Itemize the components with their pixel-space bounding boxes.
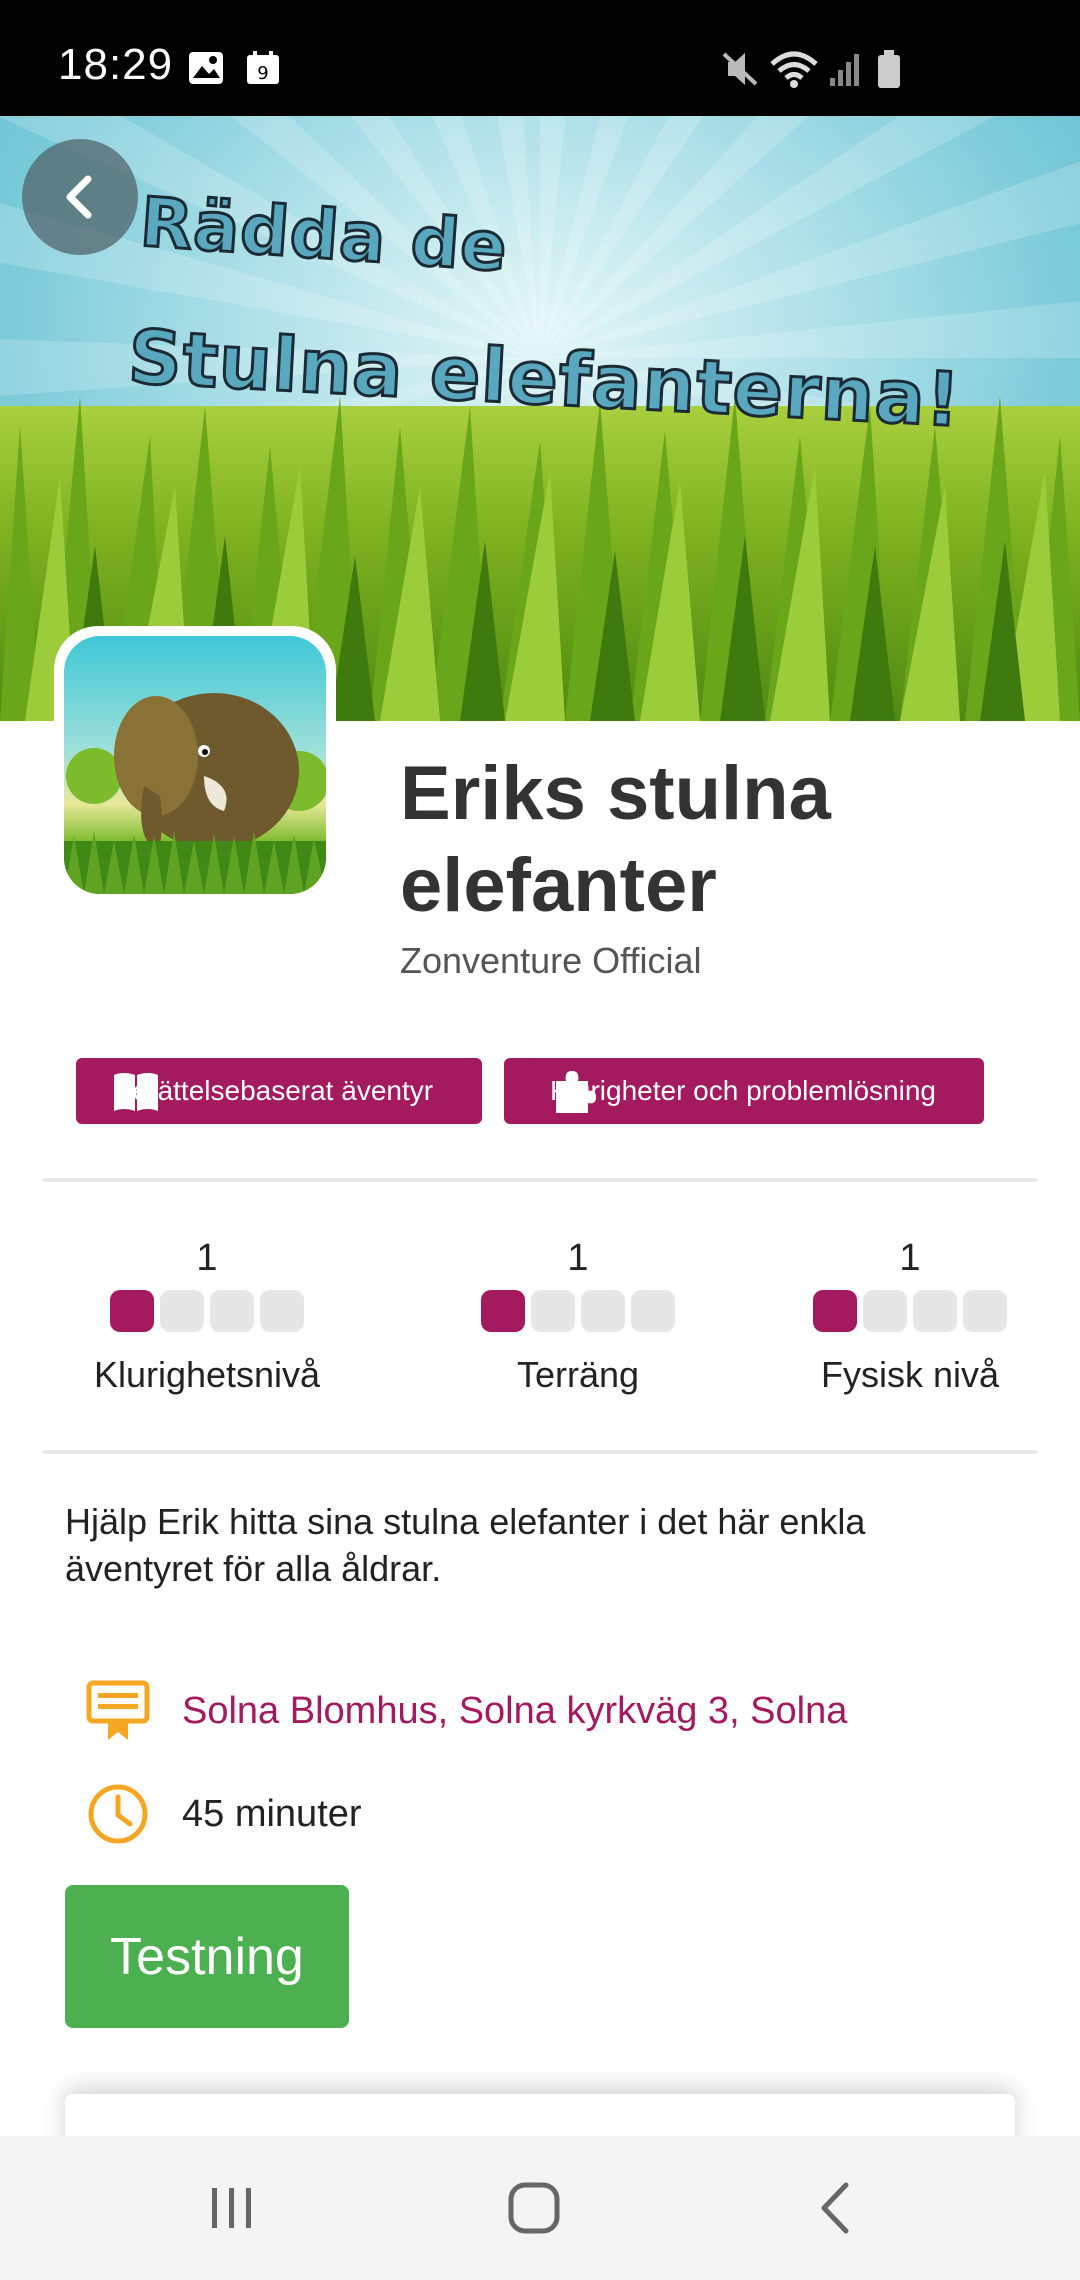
tag-story-based[interactable]: Berättelsebaserat äventyr: [76, 1058, 482, 1124]
level-square-empty: [863, 1290, 907, 1332]
level-square-empty: [160, 1290, 204, 1332]
tag-puzzles[interactable]: Klurigheter och problemlösning: [504, 1058, 984, 1124]
adventure-description: Hjälp Erik hitta sina stulna elefanter i…: [65, 1501, 866, 1589]
stat-physical-meter: [760, 1290, 1060, 1332]
level-square-filled: [481, 1290, 525, 1332]
adventure-thumbnail: [54, 626, 336, 904]
status-time: 18:29: [58, 40, 174, 89]
puzzle-icon: [556, 1071, 596, 1113]
level-square-filled: [110, 1290, 154, 1332]
image-icon: [189, 52, 223, 84]
duration-text: 45 minuter: [182, 1792, 362, 1835]
back-nav-button[interactable]: [746, 2136, 926, 2280]
battery-icon: [878, 50, 900, 88]
level-square-empty: [531, 1290, 575, 1332]
calendar-icon: 9: [247, 51, 279, 84]
clock-icon: [88, 1784, 148, 1844]
signal-icon: [830, 54, 859, 86]
tag-puzzles-label: Klurigheter och problemlösning: [550, 1075, 936, 1106]
location-row[interactable]: Solna Blomhus, Solna kyrkväg 3, Solna: [86, 1680, 847, 1742]
adventure-author: Zonventure Official: [400, 940, 702, 981]
home-button[interactable]: [444, 2136, 624, 2280]
mute-icon: [722, 52, 758, 86]
navigation-bar: [0, 2136, 1080, 2280]
stat-terrain-label: Terräng: [516, 1354, 640, 1395]
stat-difficulty: 1 Klurighetsnivå: [57, 1228, 357, 1396]
duration-row: 45 minuter: [86, 1782, 362, 1846]
stat-terrain-meter: [428, 1290, 728, 1332]
back-nav-icon: [821, 2182, 849, 2234]
level-square-empty: [913, 1290, 957, 1332]
level-square-empty: [631, 1290, 675, 1332]
divider-top: [43, 1178, 1037, 1182]
svg-text:9: 9: [257, 63, 268, 84]
stat-difficulty-label: Klurighetsnivå: [93, 1354, 321, 1395]
status-bar: 18:29 9: [0, 0, 1080, 116]
stat-terrain: 1 Terräng: [428, 1228, 728, 1396]
back-button[interactable]: [22, 139, 138, 255]
stat-physical: 1 Fysisk nivå: [760, 1228, 1060, 1396]
elephant-image: [64, 693, 326, 894]
level-square-empty: [581, 1290, 625, 1332]
divider-bottom: [43, 1450, 1037, 1454]
tag-story-label: Berättelsebaserat äventyr: [114, 1075, 434, 1106]
level-square-empty: [963, 1290, 1007, 1332]
testing-button[interactable]: Testning: [65, 1885, 349, 2028]
stat-physical-label: Fysisk nivå: [820, 1354, 1000, 1395]
stat-terrain-value: 1: [567, 1237, 589, 1279]
level-square-filled: [813, 1290, 857, 1332]
level-square-empty: [210, 1290, 254, 1332]
stat-difficulty-value: 1: [196, 1237, 218, 1279]
location-text: Solna Blomhus, Solna kyrkväg 3, Solna: [182, 1689, 848, 1732]
stat-difficulty-meter: [57, 1290, 357, 1332]
book-icon: [114, 1073, 158, 1111]
chevron-left-icon: [66, 175, 92, 219]
adventure-title: Eriks stulna elefanter: [400, 751, 831, 928]
home-icon: [508, 2182, 560, 2234]
location-sign-icon: [86, 1680, 150, 1740]
stat-physical-value: 1: [899, 1237, 921, 1279]
wifi-icon: [770, 51, 818, 88]
recents-button[interactable]: [142, 2136, 322, 2280]
level-square-empty: [260, 1290, 304, 1332]
recents-icon: [212, 2188, 251, 2228]
